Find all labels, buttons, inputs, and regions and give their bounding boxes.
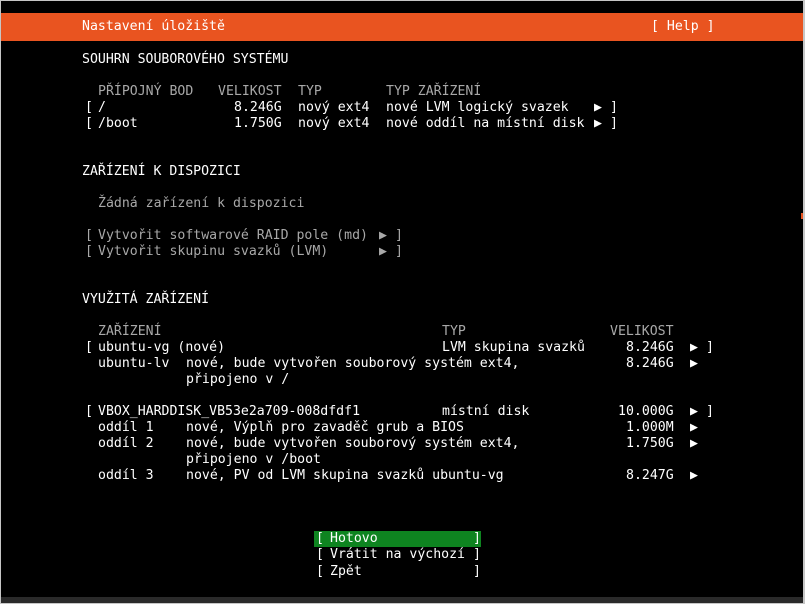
fs-summary-heading: SOUHRN SOUBOROVÉHO SYSTÉMU [82, 52, 289, 67]
fs-size: 8.246G [234, 100, 282, 115]
row-open-bracket: [ [85, 404, 93, 419]
col-size-header: VELIKOST [610, 324, 674, 339]
partition-size: 8.247G [626, 468, 674, 483]
disk-type: místní disk [442, 404, 530, 419]
expand-arrow-icon[interactable]: ▶ [690, 356, 698, 372]
back-button[interactable]: [ Zpět ] [314, 564, 481, 580]
partition-description: nové, Výplň pro zavaděč grub a BIOS [186, 420, 464, 435]
lv-size: 8.246G [626, 356, 674, 371]
fs-type: nový ext4 [298, 116, 370, 131]
row-open-bracket: [ [85, 228, 93, 243]
vg-name: ubuntu-vg (nové) [98, 340, 226, 355]
help-button[interactable]: [ Help ] [651, 19, 715, 34]
vg-type: LVM skupina svazků [442, 340, 585, 355]
available-devices-heading: ZAŘÍZENÍ K DISPOZICI [82, 164, 241, 179]
lv-description: nové, bude vytvořen souborový systém ext… [186, 356, 520, 371]
row-open-bracket: [ [85, 340, 93, 355]
expand-arrow-icon[interactable]: ▶ [690, 340, 698, 356]
terminal-window: Nastavení úložiště [ Help ] SOUHRN SOUBO… [1, 1, 803, 603]
device-type: nové oddíl na místní disk [386, 116, 585, 131]
expand-arrow-icon[interactable]: ▶ [594, 100, 602, 116]
col-device-header: ZAŘÍZENÍ [98, 324, 162, 339]
row-close-bracket: ] [706, 404, 714, 419]
fs-size: 1.750G [234, 116, 282, 131]
mount-point: / [98, 100, 106, 115]
bottom-border [1, 597, 803, 603]
button-open-bracket: [ [316, 564, 324, 579]
done-button-label: Hotovo [330, 531, 378, 546]
expand-arrow-icon[interactable]: ▶ [690, 436, 698, 452]
used-devices-heading: VYUŽITÁ ZAŘÍZENÍ [82, 292, 210, 307]
row-open-bracket: [ [85, 100, 93, 115]
fs-type: nový ext4 [298, 100, 370, 115]
expand-arrow-icon[interactable]: ▶ [690, 468, 698, 484]
create-raid-label: Vytvořit softwarové RAID pole (md) [98, 228, 368, 243]
partition-size: 1.000M [626, 420, 674, 435]
disk-name: VBOX_HARDDISK_VB53e2a709-008dfdf1 [98, 404, 361, 419]
create-lvm-label: Vytvořit skupinu svazků (LVM) [98, 244, 329, 259]
header-bar: Nastavení úložiště [ Help ] [1, 13, 803, 41]
row-close-bracket: ] [610, 100, 618, 115]
button-open-bracket: [ [316, 547, 324, 562]
partition-name: oddíl 1 [98, 420, 154, 435]
button-close-bracket: ] [473, 547, 481, 562]
row-close-bracket: ] [610, 116, 618, 131]
mount-point: /boot [98, 116, 138, 131]
device-type: nové LVM logický svazek [386, 100, 569, 115]
lv-mount: připojeno v / [186, 372, 290, 387]
page-title: Nastavení úložiště [82, 19, 225, 34]
expand-arrow-icon[interactable]: ▶ [594, 116, 602, 132]
expand-arrow-icon[interactable]: ▶ [690, 420, 698, 436]
vg-size: 8.246G [626, 340, 674, 355]
done-button[interactable]: [ Hotovo ] [314, 531, 481, 547]
partition-size: 1.750G [626, 436, 674, 451]
partition-mount: připojeno v /boot [186, 452, 321, 467]
button-close-bracket: ] [473, 564, 481, 579]
button-open-bracket: [ [316, 531, 324, 546]
row-close-bracket: ] [395, 244, 403, 259]
button-close-bracket: ] [473, 531, 481, 546]
row-close-bracket: ] [706, 340, 714, 355]
row-open-bracket: [ [85, 244, 93, 259]
col-size-header: VELIKOST [218, 84, 282, 99]
col-device-type-header: TYP ZAŘÍZENÍ [386, 84, 482, 99]
expand-arrow-icon[interactable]: ▶ [690, 404, 698, 420]
scroll-marker [801, 213, 803, 219]
partition-description: nové, PV od LVM skupina svazků ubuntu-vg [186, 468, 504, 483]
back-button-label: Zpět [330, 564, 362, 579]
expand-arrow-icon: ▶ [379, 228, 387, 243]
partition-name: oddíl 2 [98, 436, 154, 451]
no-devices-message: Žádná zařízení k dispozici [98, 196, 305, 211]
col-mount-header: PŘÍPOJNÝ BOD [98, 84, 194, 99]
col-type-header: TYP [298, 84, 322, 99]
expand-arrow-icon: ▶ [379, 244, 387, 259]
partition-description: nové, bude vytvořen souborový systém ext… [186, 436, 520, 451]
row-open-bracket: [ [85, 116, 93, 131]
col-type-header: TYP [442, 324, 466, 339]
row-close-bracket: ] [395, 228, 403, 243]
lv-name: ubuntu-lv [98, 356, 170, 371]
reset-button-label: Vrátit na výchozí [330, 547, 465, 562]
disk-size: 10.000G [618, 404, 674, 419]
partition-name: oddíl 3 [98, 468, 154, 483]
reset-button[interactable]: [ Vrátit na výchozí ] [314, 547, 481, 563]
